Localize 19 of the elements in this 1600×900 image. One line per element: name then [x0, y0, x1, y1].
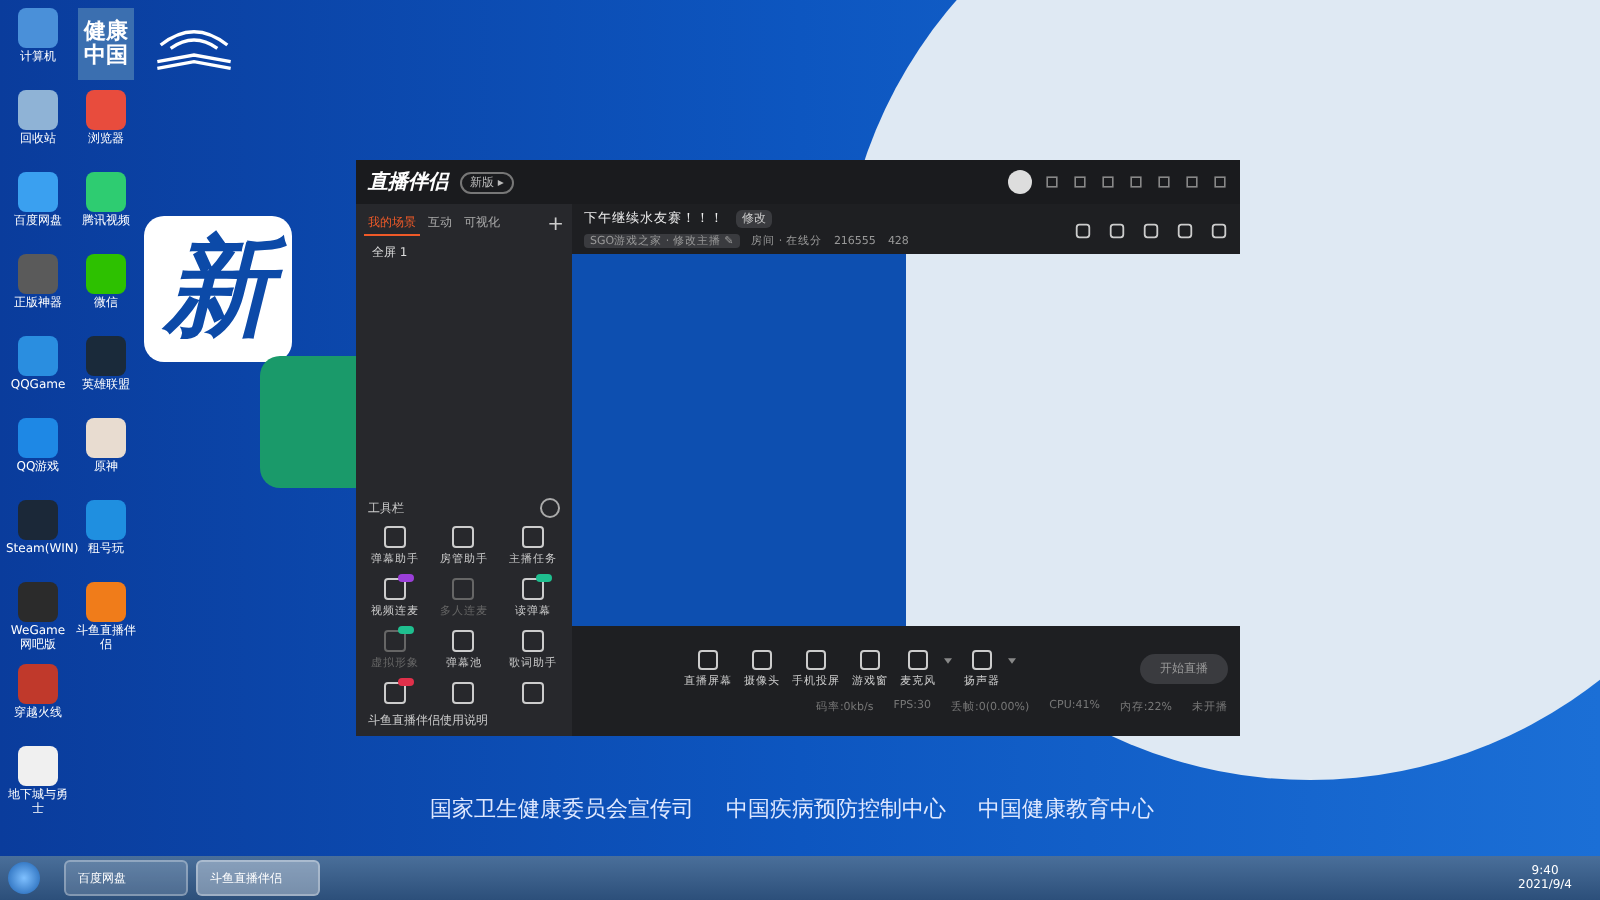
app-logo: 直播伴侣	[368, 169, 448, 196]
headline: 新	[144, 216, 292, 362]
app-icon[interactable]	[86, 582, 126, 622]
organization-name: 中国健康教育中心	[978, 794, 1154, 824]
app-icon[interactable]	[18, 746, 58, 786]
app-icon[interactable]	[18, 172, 58, 212]
app-icon[interactable]	[18, 90, 58, 130]
settings-icon[interactable]	[540, 498, 560, 518]
caret-icon[interactable]	[944, 657, 952, 663]
app-icon[interactable]	[86, 254, 126, 294]
start-button[interactable]	[8, 862, 40, 894]
organization-name: 中国疾病预防控制中心	[726, 794, 946, 824]
app-icon[interactable]	[86, 172, 126, 212]
health-tile[interactable]: 健康中国	[78, 8, 134, 80]
avatar[interactable]	[1008, 170, 1032, 194]
caret-icon[interactable]	[1008, 657, 1016, 663]
add-button[interactable]: +	[547, 213, 564, 235]
app-icon[interactable]	[86, 418, 126, 458]
organization-name: 国家卫生健康委员会宣传司	[430, 794, 694, 824]
